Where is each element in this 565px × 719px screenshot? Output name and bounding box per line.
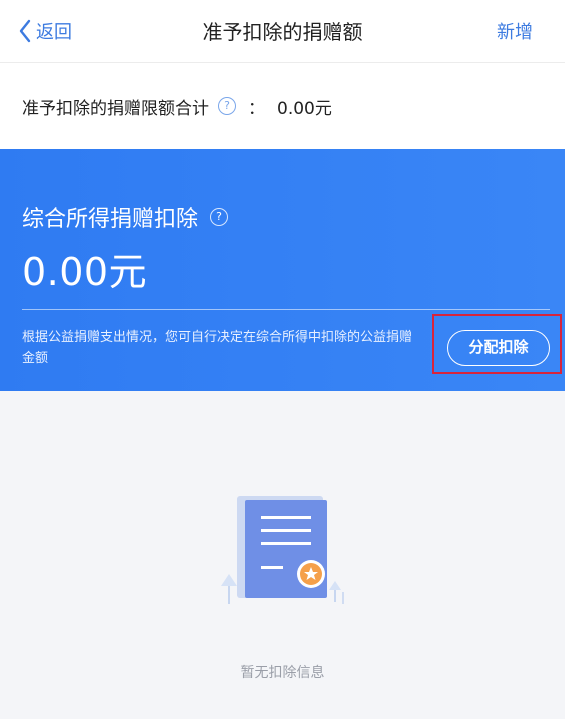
divider	[22, 309, 550, 310]
card-title-row: 综合所得捐赠扣除 ?	[22, 201, 229, 233]
limit-label: 准予扣除的捐赠限额合计	[22, 98, 209, 119]
empty-document-icon	[221, 496, 344, 604]
add-button[interactable]: 新增	[497, 18, 533, 44]
help-icon[interactable]: ?	[218, 97, 236, 115]
comprehensive-income-deduction-card: 综合所得捐赠扣除 ? 0.00元 根据公益捐赠支出情况，您可自行决定在综合所得中…	[0, 149, 565, 391]
tree-left-icon	[221, 574, 237, 604]
back-label: 返回	[36, 22, 72, 43]
card-title: 综合所得捐赠扣除	[22, 207, 199, 232]
star-badge-icon	[297, 560, 325, 588]
deduction-amount: 0.00元	[22, 250, 148, 294]
navigation-bar: 返回 准予扣除的捐赠额 新增	[0, 0, 565, 63]
card-description: 根据公益捐赠支出情况，您可自行决定在综合所得中扣除的公益捐赠金额	[22, 330, 413, 366]
limit-colon: ：	[248, 98, 265, 119]
page-title: 准予扣除的捐赠额	[202, 20, 363, 44]
chevron-left-icon	[19, 19, 31, 43]
back-button[interactable]: 返回	[18, 17, 72, 45]
limit-value: 0.00元	[277, 98, 332, 119]
empty-state-text: 暂无扣除信息	[240, 665, 325, 681]
allocate-deduction-button[interactable]: 分配扣除	[447, 330, 550, 366]
help-icon[interactable]: ?	[210, 208, 229, 226]
tree-right-icon	[329, 581, 344, 604]
deduction-limit-row: 准予扣除的捐赠限额合计 ? ： 0.00元	[0, 63, 565, 149]
